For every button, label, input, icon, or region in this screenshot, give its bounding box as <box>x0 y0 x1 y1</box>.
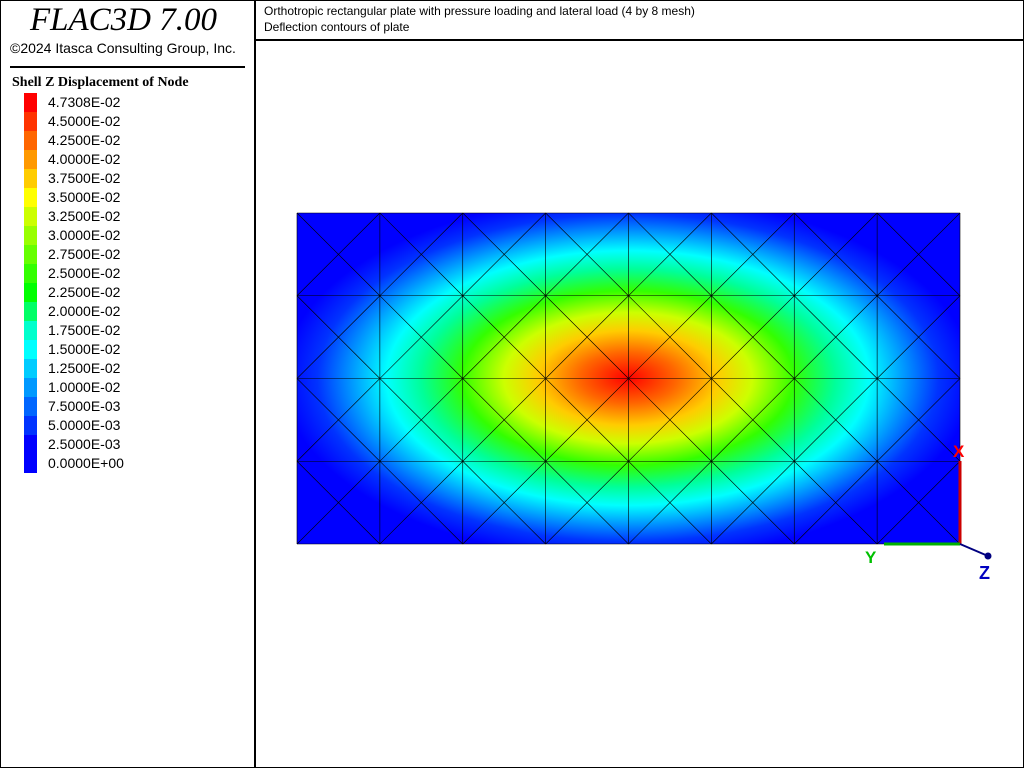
legend-swatch <box>24 112 37 131</box>
y-axis-label: Y <box>865 548 877 567</box>
plot-header: Orthotropic rectangular plate with press… <box>256 0 1024 41</box>
copyright-text: ©2024 Itasca Consulting Group, Inc. <box>10 40 236 56</box>
legend-label: 2.7500E-02 <box>48 246 121 262</box>
legend-panel: FLAC3D 7.00 ©2024 Itasca Consulting Grou… <box>0 0 256 768</box>
legend-label: 3.7500E-02 <box>48 170 121 186</box>
plot-subtitle: Deflection contours of plate <box>264 20 410 34</box>
x-axis-label: X <box>953 442 965 461</box>
contour-plot[interactable]: X Y Z <box>256 41 1022 766</box>
legend-label: 2.5000E-02 <box>48 265 121 281</box>
legend-swatch <box>24 340 37 359</box>
legend-label: 5.0000E-03 <box>48 417 121 433</box>
legend-swatch <box>24 131 37 150</box>
legend-swatch <box>24 150 37 169</box>
divider <box>10 66 245 68</box>
legend-label: 4.5000E-02 <box>48 113 121 129</box>
legend-label: 7.5000E-03 <box>48 398 121 414</box>
legend-label: 0.0000E+00 <box>48 455 124 471</box>
legend-label: 2.5000E-03 <box>48 436 121 452</box>
legend-label: 3.2500E-02 <box>48 208 121 224</box>
legend-label: 1.0000E-02 <box>48 379 121 395</box>
legend-swatch <box>24 302 37 321</box>
legend-swatch <box>24 321 37 340</box>
legend-label: 2.0000E-02 <box>48 303 121 319</box>
legend-label: 4.2500E-02 <box>48 132 121 148</box>
legend-title: Shell Z Displacement of Node <box>12 75 189 90</box>
legend-swatch <box>24 416 37 435</box>
plot-area[interactable]: X Y Z <box>256 41 1022 766</box>
legend-swatch <box>24 245 37 264</box>
legend-label: 1.7500E-02 <box>48 322 121 338</box>
legend-swatch <box>24 283 37 302</box>
legend-swatch <box>24 264 37 283</box>
legend-swatch <box>24 435 37 454</box>
legend-label: 3.0000E-02 <box>48 227 121 243</box>
legend-swatch <box>24 93 37 112</box>
legend-label: 1.2500E-02 <box>48 360 121 376</box>
legend-swatch <box>24 378 37 397</box>
legend-label: 3.5000E-02 <box>48 189 121 205</box>
app-title: FLAC3D 7.00 <box>30 2 218 38</box>
legend-label: 1.5000E-02 <box>48 341 121 357</box>
z-axis-label: Z <box>979 563 990 583</box>
z-axis-dot <box>984 552 992 560</box>
legend-label: 4.0000E-02 <box>48 151 121 167</box>
plot-title: Orthotropic rectangular plate with press… <box>264 4 695 18</box>
legend-swatch <box>24 207 37 226</box>
legend-swatch <box>24 397 37 416</box>
legend-swatch <box>24 188 37 207</box>
legend-label: 2.2500E-02 <box>48 284 121 300</box>
legend-swatch <box>24 226 37 245</box>
legend-swatch <box>24 169 37 188</box>
legend-swatch <box>24 359 37 378</box>
legend-swatch <box>24 454 37 473</box>
legend-label: 4.7308E-02 <box>48 94 121 110</box>
z-axis-line <box>959 543 989 557</box>
